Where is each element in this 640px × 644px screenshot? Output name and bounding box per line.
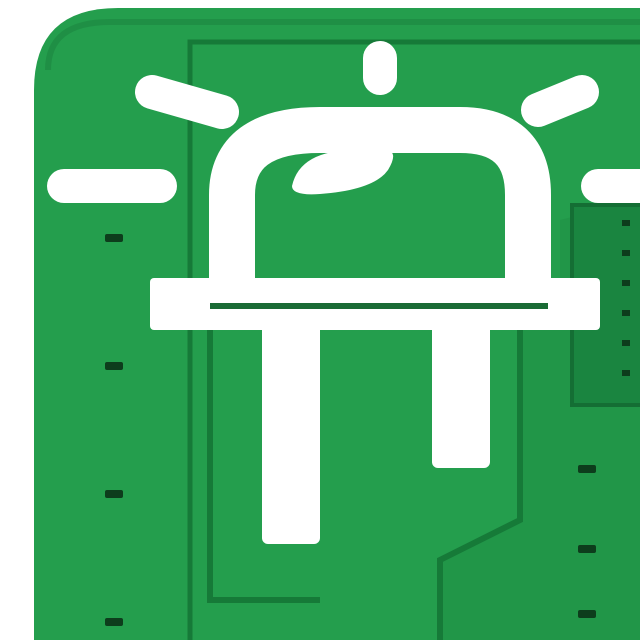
light-ray-upper-left: [135, 75, 239, 129]
led-leg-long: [262, 318, 320, 544]
drill-hole: [105, 362, 123, 370]
drill-hole: [578, 545, 596, 553]
light-ray-upper-right: [521, 75, 599, 127]
led-leg-short: [432, 318, 490, 468]
drill-hole: [105, 618, 123, 626]
drill-hole: [105, 234, 123, 242]
drill-hole: [578, 610, 596, 618]
led-pcb-illustration: [0, 0, 640, 644]
drill-hole: [578, 465, 596, 473]
led-pcb-svg: [0, 0, 640, 644]
drill-hole: [105, 490, 123, 498]
